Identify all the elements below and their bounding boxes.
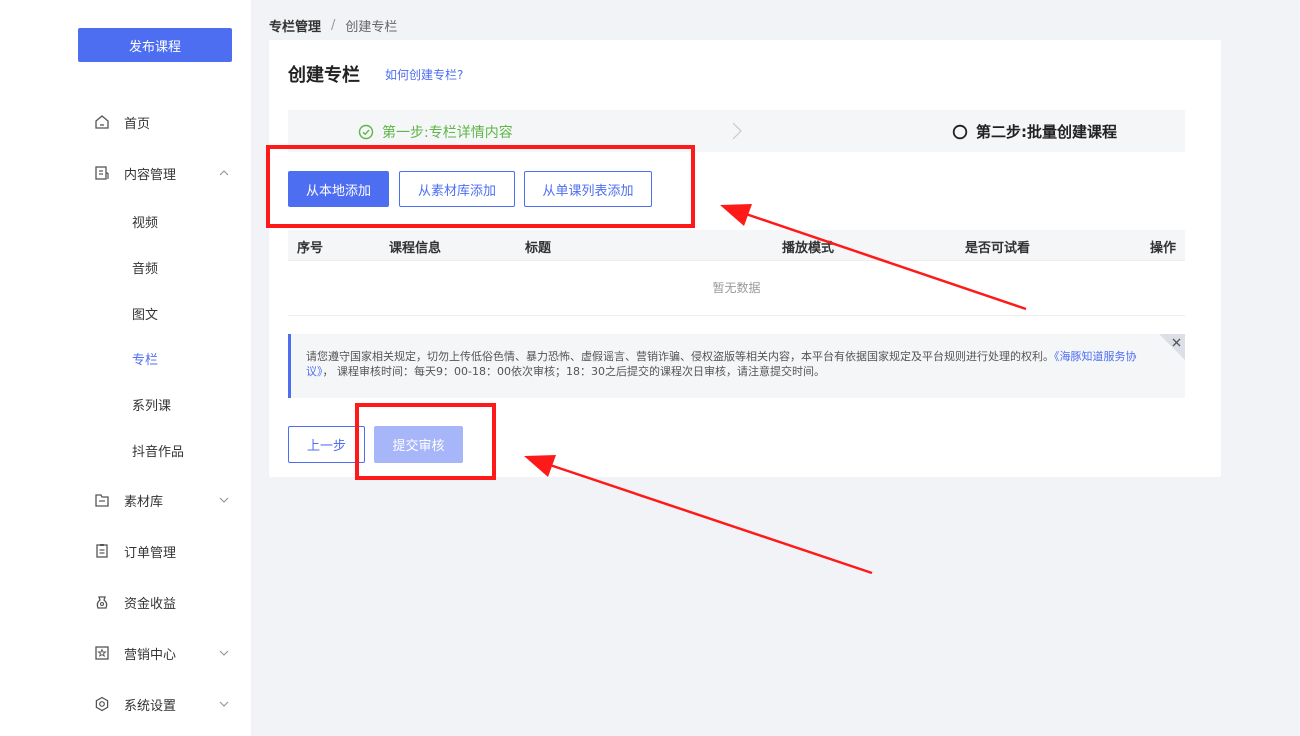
step-1: 第一步:专栏详情内容 [358, 122, 513, 142]
prev-step-button[interactable]: 上一步 [288, 426, 365, 463]
sidebar-item-label: 内容管理 [124, 167, 177, 183]
money-icon [96, 596, 108, 609]
notice-text: 请您遵守国家相关规定，切勿上传低俗色情、暴力恐怖、虚假谣言、营销诈骗、侵权盗版等… [306, 350, 1054, 363]
content-icon [95, 166, 109, 180]
sidebar-item-settings[interactable]: 系统设置 [58, 689, 251, 719]
chevron-down-icon [219, 650, 229, 656]
add-from-course-list-button[interactable]: 从单课列表添加 [524, 171, 652, 207]
sidebar-item-label: 首页 [124, 116, 151, 132]
main-card: 创建专栏 如何创建专栏? 第一步:专栏详情内容 第二步:批量创建课程 从本地添加… [269, 40, 1221, 477]
breadcrumb-current: 创建专栏 [345, 20, 398, 35]
add-from-library-button[interactable]: 从素材库添加 [399, 171, 515, 207]
chevron-down-icon [219, 497, 229, 503]
breadcrumb-separator: / [331, 18, 336, 33]
col-actions: 操作 [1150, 241, 1177, 256]
breadcrumb: 专栏管理 / 创建专栏 [269, 16, 397, 35]
sidebar-sub-audio[interactable]: 音频 [58, 253, 251, 281]
breadcrumb-root[interactable]: 专栏管理 [269, 16, 321, 35]
sidebar-sub-column[interactable]: 专栏 [58, 344, 251, 372]
sidebar: 发布课程 首页 内容管理 视频 音频 图文 专栏 系列课 抖音作品 素材库 订单… [58, 0, 251, 736]
sidebar-item-label: 订单管理 [124, 545, 177, 561]
settings-icon [95, 696, 109, 712]
chevron-down-icon [219, 701, 229, 707]
col-index: 序号 [297, 241, 324, 256]
col-course-info: 课程信息 [389, 241, 442, 256]
sidebar-item-label: 系统设置 [124, 698, 177, 714]
left-gutter [0, 0, 58, 736]
sidebar-sub-article[interactable]: 图文 [58, 299, 251, 327]
col-preview: 是否可试看 [965, 241, 1031, 256]
sidebar-sub-label: 音频 [132, 261, 159, 277]
course-table: 序号 课程信息 标题 播放模式 是否可试看 操作 暂无数据 [288, 230, 1185, 316]
sidebar-sub-label: 系列课 [132, 398, 172, 414]
steps-bar: 第一步:专栏详情内容 第二步:批量创建课程 [288, 110, 1185, 152]
annotation-arrow-2-line [543, 461, 873, 575]
notice-text-2: ， 课程审核时间：每天9：00-18：00依次审核；18：30之后提交的课程次日… [322, 365, 825, 378]
sidebar-sub-video[interactable]: 视频 [58, 207, 251, 235]
circle-icon [952, 124, 968, 139]
close-icon[interactable] [1159, 334, 1185, 360]
sidebar-item-funds[interactable]: 资金收益 [58, 587, 251, 617]
sidebar-item-label: 营销中心 [124, 647, 177, 663]
notice-banner: 请您遵守国家相关规定，切勿上传低俗色情、暴力恐怖、虚假谣言、营销诈骗、侵权盗版等… [288, 334, 1185, 398]
help-link[interactable]: 如何创建专栏? [385, 66, 463, 83]
sidebar-sub-series[interactable]: 系列课 [58, 390, 251, 418]
chevron-up-icon [219, 170, 229, 176]
order-icon [96, 544, 108, 558]
sidebar-item-home[interactable]: 首页 [58, 107, 251, 137]
sidebar-sub-label: 视频 [132, 215, 159, 231]
folder-icon [95, 494, 109, 507]
sidebar-sub-label: 图文 [132, 307, 159, 323]
publish-course-button[interactable]: 发布课程 [78, 28, 232, 62]
table-header: 序号 课程信息 标题 播放模式 是否可试看 操作 [288, 230, 1185, 261]
step-1-label: 第一步:专栏详情内容 [382, 125, 513, 141]
chevron-right-icon [732, 122, 742, 140]
empty-state: 暂无数据 [288, 261, 1185, 316]
col-play-mode: 播放模式 [782, 241, 835, 256]
sidebar-item-library[interactable]: 素材库 [58, 485, 251, 515]
sidebar-sub-label: 抖音作品 [132, 444, 185, 460]
sidebar-item-label: 素材库 [124, 494, 164, 510]
sidebar-sub-douyin[interactable]: 抖音作品 [58, 436, 251, 464]
step-2-label: 第二步:批量创建课程 [976, 123, 1117, 141]
page-title: 创建专栏 [288, 65, 360, 86]
sidebar-item-orders[interactable]: 订单管理 [58, 536, 251, 566]
submit-review-button[interactable]: 提交审核 [374, 426, 463, 463]
sidebar-item-label: 资金收益 [124, 596, 177, 612]
sidebar-item-marketing[interactable]: 营销中心 [58, 638, 251, 668]
check-circle-icon [358, 124, 374, 140]
home-icon [95, 115, 109, 129]
step-2: 第二步:批量创建课程 [952, 121, 1117, 142]
marketing-icon [95, 646, 109, 660]
add-from-local-button[interactable]: 从本地添加 [288, 171, 389, 207]
col-title: 标题 [525, 241, 552, 256]
sidebar-sub-label: 专栏 [132, 352, 159, 368]
sidebar-item-content[interactable]: 内容管理 [58, 158, 251, 188]
